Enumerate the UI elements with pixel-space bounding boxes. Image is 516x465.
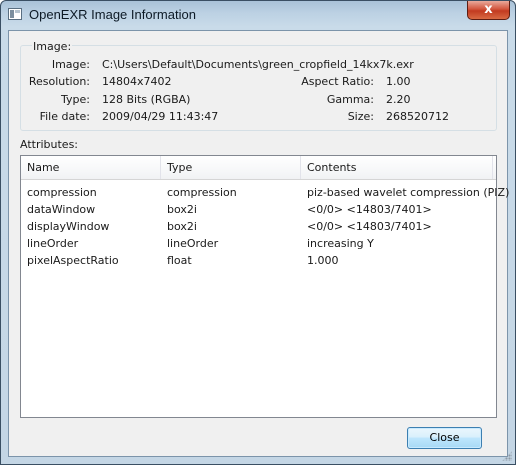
column-header-type[interactable]: Type bbox=[161, 156, 301, 179]
column-header-contents[interactable]: Contents bbox=[301, 156, 493, 179]
window-title: OpenEXR Image Information bbox=[29, 7, 196, 22]
list-item[interactable]: pixelAspectRatio float 1.000 bbox=[21, 252, 496, 269]
type-label: Type: bbox=[61, 93, 90, 106]
list-item[interactable]: displayWindow box2i <0/0> <14803/7401> bbox=[21, 218, 496, 235]
attribute-name: compression bbox=[27, 186, 97, 199]
list-item[interactable]: compression compression piz-based wavele… bbox=[21, 184, 509, 201]
type-value: 128 Bits (RGBA) bbox=[102, 93, 191, 106]
file-date-value: 2009/04/29 11:43:47 bbox=[102, 110, 219, 123]
attributes-label: Attributes: bbox=[20, 138, 79, 151]
image-group-label: Image: bbox=[32, 40, 73, 53]
list-item[interactable]: dataWindow box2i <0/0> <14803/7401> bbox=[21, 201, 496, 218]
attribute-name: displayWindow bbox=[27, 220, 110, 233]
attribute-type: compression bbox=[167, 186, 237, 199]
attribute-name: lineOrder bbox=[27, 237, 79, 250]
size-label: Size: bbox=[347, 110, 374, 123]
attribute-type: box2i bbox=[167, 203, 197, 216]
close-button[interactable]: Close bbox=[407, 427, 482, 449]
column-header-name[interactable]: Name bbox=[21, 156, 161, 179]
aspect-ratio-label: Aspect Ratio: bbox=[301, 75, 374, 88]
size-value: 268520712 bbox=[386, 110, 449, 123]
image-path-value: C:\Users\Default\Documents\green_cropfie… bbox=[102, 58, 414, 71]
window-close-button[interactable]: x bbox=[467, 1, 510, 20]
attribute-name: pixelAspectRatio bbox=[27, 254, 119, 267]
attribute-contents: 1.000 bbox=[307, 254, 339, 267]
dialog-client-area: Image: Image: C:\Users\Default\Documents… bbox=[8, 30, 509, 457]
attribute-contents: increasing Y bbox=[307, 237, 374, 250]
attribute-type: lineOrder bbox=[167, 237, 219, 250]
resolution-label: Resolution: bbox=[28, 75, 90, 88]
title-bar[interactable]: OpenEXR Image Information x bbox=[1, 1, 515, 29]
attribute-type: float bbox=[167, 254, 192, 267]
dialog-window: OpenEXR Image Information x Image: Image… bbox=[0, 0, 516, 465]
file-date-label: File date: bbox=[39, 110, 90, 123]
attributes-list[interactable]: Name Type Contents compression compressi… bbox=[20, 155, 509, 418]
attributes-list-header: Name Type Contents bbox=[21, 156, 496, 180]
attribute-contents: piz-based wavelet compression (PIZ) bbox=[307, 186, 510, 199]
app-window-icon bbox=[8, 8, 22, 20]
attribute-name: dataWindow bbox=[27, 203, 96, 216]
aspect-ratio-value: 1.00 bbox=[386, 75, 411, 88]
resolution-value: 14804x7402 bbox=[102, 75, 172, 88]
attribute-contents: <0/0> <14803/7401> bbox=[307, 220, 432, 233]
image-path-label: Image: bbox=[51, 58, 90, 71]
list-item[interactable]: lineOrder lineOrder increasing Y bbox=[21, 235, 496, 252]
attribute-contents: <0/0> <14803/7401> bbox=[307, 203, 432, 216]
gamma-value: 2.20 bbox=[386, 93, 411, 106]
attribute-type: box2i bbox=[167, 220, 197, 233]
gamma-label: Gamma: bbox=[326, 93, 374, 106]
